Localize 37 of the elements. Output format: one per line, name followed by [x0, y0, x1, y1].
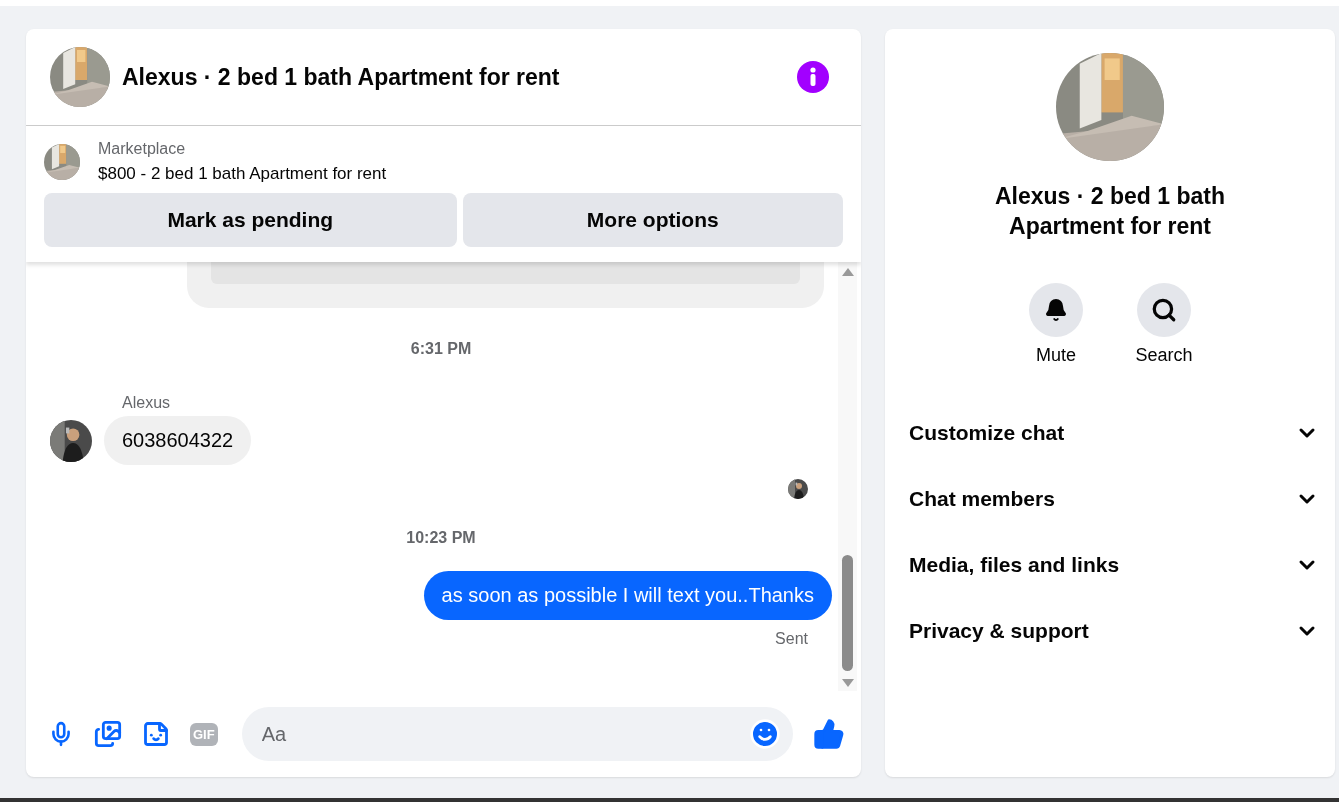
- message-bubble: 6038604322: [104, 416, 252, 465]
- message-status: Sent: [775, 630, 808, 648]
- section-item[interactable]: Privacy & support: [909, 598, 1319, 664]
- scroll-down-icon[interactable]: [841, 679, 854, 687]
- action-label: Mute: [1036, 345, 1076, 366]
- chat-title: Alexus · 2 bed 1 bath Apartment for rent: [993, 182, 1227, 241]
- info-icon[interactable]: [797, 61, 829, 93]
- section-item[interactable]: Media, files and links: [909, 532, 1319, 598]
- emoji-icon[interactable]: [749, 718, 781, 750]
- section-label: Customize chat: [909, 421, 1065, 445]
- sender-name: Alexus: [122, 394, 172, 412]
- section-label: Privacy & support: [909, 619, 1089, 643]
- message-input[interactable]: Aa: [259, 721, 749, 747]
- listing-source: Marketplace: [98, 140, 187, 158]
- section-label: Media, files and links: [909, 553, 1120, 577]
- timestamp: 10:23 PM: [405, 529, 477, 547]
- scroll-thumb[interactable]: [842, 555, 853, 671]
- scroll-up-icon[interactable]: [841, 268, 854, 276]
- search-icon: [1151, 297, 1177, 323]
- conversation-title: Alexus · 2 bed 1 bath Apartment for rent: [122, 63, 561, 91]
- action-label: Search: [1135, 345, 1193, 366]
- message-bubble: as soon as possible I will text you..Thanks: [423, 571, 832, 620]
- sticker-icon[interactable]: [142, 720, 170, 748]
- search-button[interactable]: [1137, 283, 1191, 337]
- scrollbar[interactable]: [838, 262, 857, 691]
- section-item[interactable]: Chat members: [909, 466, 1319, 532]
- mute-button[interactable]: [1029, 283, 1083, 337]
- thumbs-up-icon[interactable]: [813, 718, 845, 750]
- message-field[interactable]: Aa: [241, 707, 793, 761]
- mark-pending-button[interactable]: Mark as pending: [44, 193, 457, 247]
- listing-title: $800 - 2 bed 1 bath Apartment for rent: [98, 164, 387, 184]
- bell-icon: [1044, 298, 1068, 322]
- timestamp: 6:31 PM: [409, 340, 473, 358]
- more-options-button[interactable]: More options: [462, 193, 843, 247]
- image-icon[interactable]: [94, 720, 122, 748]
- section-item[interactable]: Customize chat: [909, 400, 1319, 466]
- section-label: Chat members: [909, 487, 1055, 511]
